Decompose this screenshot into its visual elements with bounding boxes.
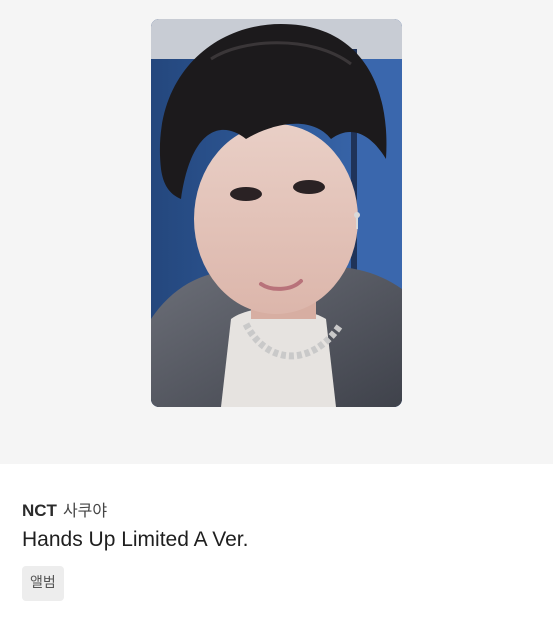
member-name: 사쿠야	[62, 501, 108, 520]
category-tag[interactable]: 앨범	[22, 566, 64, 601]
album-title: Hands Up Limited A Ver.	[22, 528, 249, 551]
photocard-image[interactable]	[151, 19, 402, 407]
product-image-area	[0, 0, 553, 464]
artist-line: NCT 사쿠야	[22, 497, 107, 521]
artist-name: NCT	[22, 501, 57, 520]
